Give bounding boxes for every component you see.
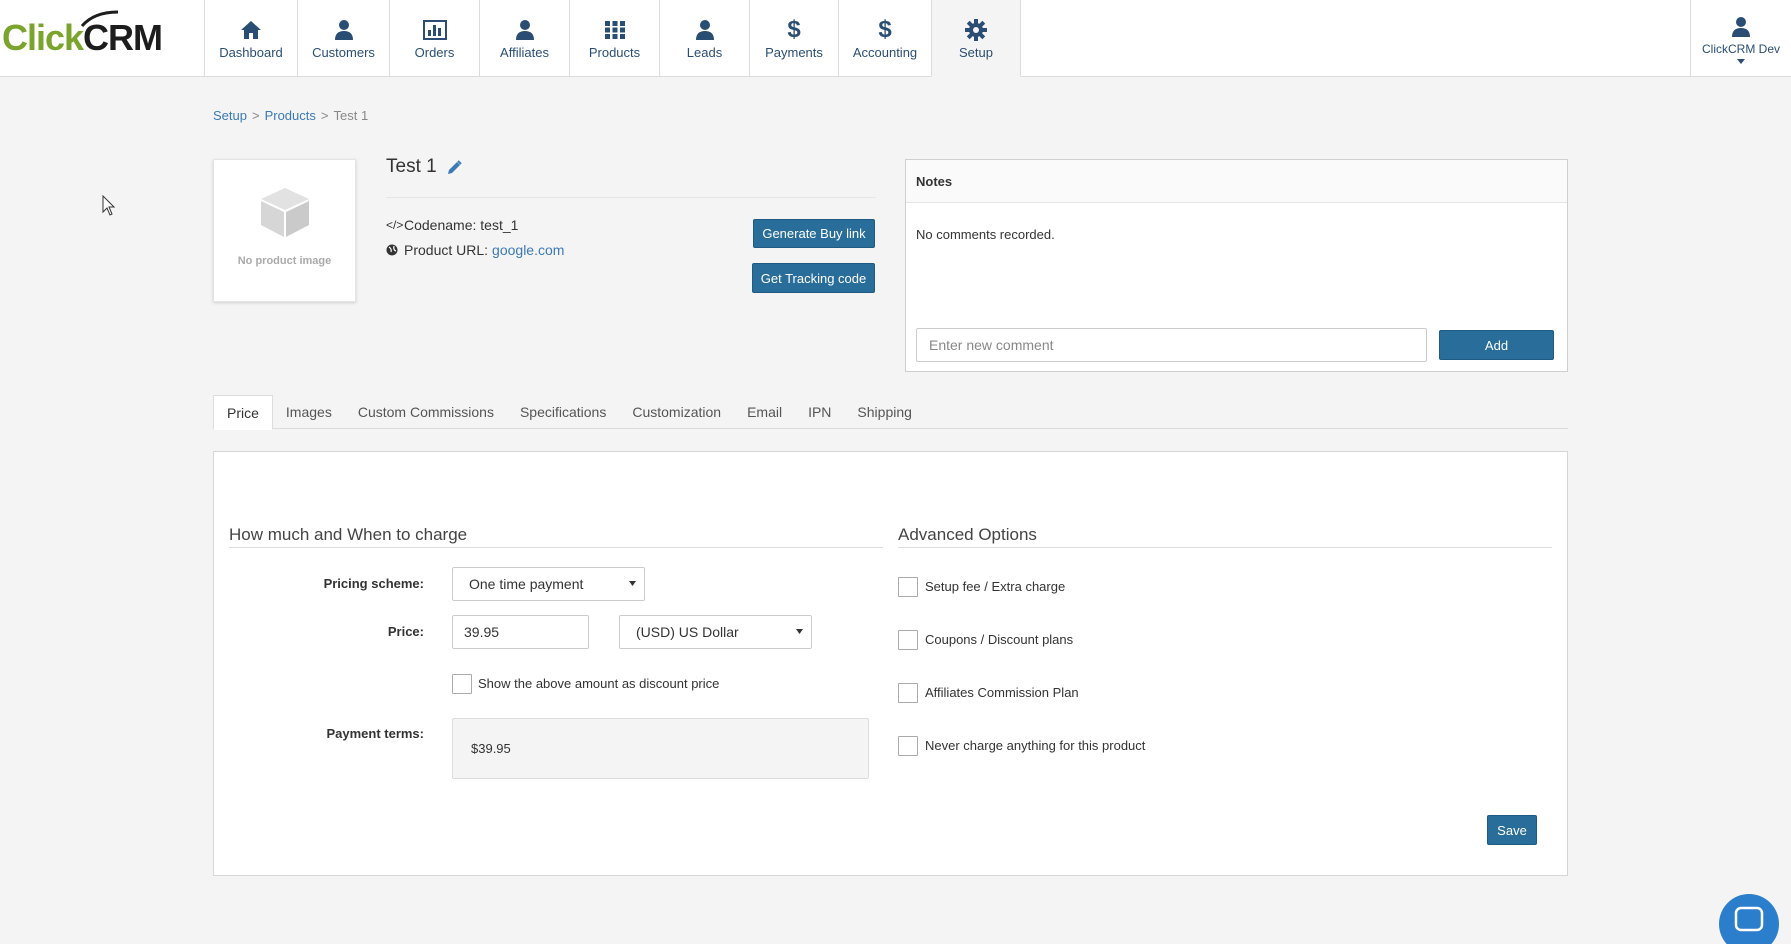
tab-email[interactable]: Email (734, 395, 795, 429)
never-charge-label: Never charge anything for this product (925, 738, 1146, 753)
pricing-scheme-select[interactable]: One time payment (452, 567, 645, 601)
tab-images[interactable]: Images (273, 395, 345, 429)
price-panel: How much and When to charge Advanced Opt… (213, 451, 1568, 876)
nav-customers[interactable]: Customers (297, 0, 389, 77)
breadcrumb-separator: > (251, 108, 260, 123)
nav-orders[interactable]: Orders (389, 0, 479, 77)
advanced-section-title: Advanced Options (898, 525, 1037, 544)
product-url-line: Product URL: google.com (386, 242, 564, 258)
notes-title: Notes (906, 160, 1567, 203)
bar-chart-icon (422, 17, 447, 43)
discount-price-checkbox[interactable] (452, 674, 472, 694)
top-navbar: ClickCRM Dashboard Customers Orders Affi… (0, 0, 1791, 77)
tab-custom-commissions[interactable]: Custom Commissions (345, 395, 507, 429)
charge-section-title: How much and When to charge (229, 525, 468, 544)
new-comment-input[interactable] (916, 328, 1427, 362)
advanced-section-rule (898, 547, 1552, 548)
cube-icon (260, 188, 309, 237)
nav-affiliates[interactable]: Affiliates (479, 0, 569, 77)
pricing-scheme-label: Pricing scheme: (323, 576, 424, 591)
user-name: ClickCRM Dev (1702, 41, 1780, 56)
coupons-checkbox[interactable] (898, 630, 918, 650)
tab-price[interactable]: Price (213, 395, 273, 430)
grid-icon (604, 17, 626, 43)
breadcrumb-setup[interactable]: Setup (213, 108, 247, 123)
person-icon (334, 17, 354, 43)
logo-swoosh-icon (80, 10, 119, 28)
notes-panel: Notes No comments recorded. Add (905, 159, 1568, 372)
breadcrumb: Setup > Products > Test 1 (213, 108, 368, 123)
tab-ipn[interactable]: IPN (795, 395, 844, 429)
nav-payments[interactable]: $ Payments (749, 0, 838, 77)
product-title: Test 1 (386, 156, 462, 178)
person-icon (695, 17, 715, 43)
title-divider (386, 197, 876, 198)
breadcrumb-current: Test 1 (333, 108, 369, 123)
save-button[interactable]: Save (1487, 815, 1537, 845)
clickcrm-logo[interactable]: ClickCRM (2, 10, 163, 58)
nav-dashboard[interactable]: Dashboard (204, 0, 297, 77)
setup-fee-checkbox[interactable] (898, 577, 918, 597)
payment-terms-label: Payment terms: (326, 726, 424, 741)
charge-section-rule (229, 547, 883, 548)
chevron-down-icon (796, 629, 803, 634)
chat-widget-button[interactable] (1719, 894, 1779, 944)
product-tabs: Price Images Custom Commissions Specific… (213, 395, 1568, 430)
price-input[interactable] (452, 615, 589, 649)
affiliates-commission-label: Affiliates Commission Plan (925, 685, 1079, 700)
caret-down-icon (1737, 58, 1745, 64)
main-nav: Dashboard Customers Orders Affiliates Pr… (204, 0, 1021, 77)
globe-icon (386, 244, 400, 256)
codename-label: Codename: (404, 217, 477, 233)
nav-accounting[interactable]: $ Accounting (838, 0, 931, 77)
nav-products[interactable]: Products (569, 0, 659, 77)
chevron-down-icon (629, 581, 636, 586)
notes-empty-message: No comments recorded. (916, 227, 1055, 242)
price-label: Price: (387, 624, 424, 639)
tab-specifications[interactable]: Specifications (507, 395, 619, 429)
code-icon: </> (386, 218, 404, 232)
chat-icon (1734, 906, 1764, 932)
generate-buy-link-button[interactable]: Generate Buy link (753, 219, 875, 248)
person-icon (1731, 14, 1751, 40)
currency-value: (USD) US Dollar (636, 624, 739, 640)
breadcrumb-products[interactable]: Products (265, 108, 316, 123)
dollar-icon: $ (787, 16, 801, 43)
product-url-link[interactable]: google.com (492, 242, 564, 258)
add-comment-button[interactable]: Add (1439, 330, 1554, 360)
setup-fee-label: Setup fee / Extra charge (925, 579, 1066, 594)
breadcrumb-separator: > (320, 108, 329, 123)
product-url-label: Product URL: (404, 242, 489, 258)
never-charge-checkbox[interactable] (898, 736, 918, 756)
payment-terms-box: $39.95 (452, 718, 869, 779)
dollar-icon: $ (878, 16, 892, 43)
currency-select[interactable]: (USD) US Dollar (619, 615, 812, 649)
get-tracking-code-button[interactable]: Get Tracking code (752, 263, 875, 293)
pencil-icon[interactable] (447, 159, 462, 175)
no-image-label: No product image (237, 255, 332, 267)
home-icon (240, 17, 262, 43)
person-icon (515, 17, 535, 43)
product-name: Test 1 (386, 156, 437, 177)
codename-line: </> Codename: test_1 (386, 217, 518, 233)
coupons-label: Coupons / Discount plans (925, 632, 1074, 647)
mouse-cursor-icon (102, 195, 116, 216)
gear-icon (965, 17, 987, 43)
discount-price-label: Show the above amount as discount price (478, 676, 720, 691)
product-image-placeholder[interactable]: No product image (213, 159, 356, 302)
pricing-scheme-value: One time payment (469, 576, 584, 592)
affiliates-commission-checkbox[interactable] (898, 683, 918, 703)
tab-shipping[interactable]: Shipping (844, 395, 925, 429)
nav-leads[interactable]: Leads (659, 0, 749, 77)
nav-setup[interactable]: Setup (931, 0, 1021, 77)
logo-click-text: Click (2, 17, 84, 58)
codename-value: test_1 (480, 217, 519, 233)
tab-customization[interactable]: Customization (619, 395, 734, 429)
user-menu[interactable]: ClickCRM Dev (1690, 0, 1791, 77)
